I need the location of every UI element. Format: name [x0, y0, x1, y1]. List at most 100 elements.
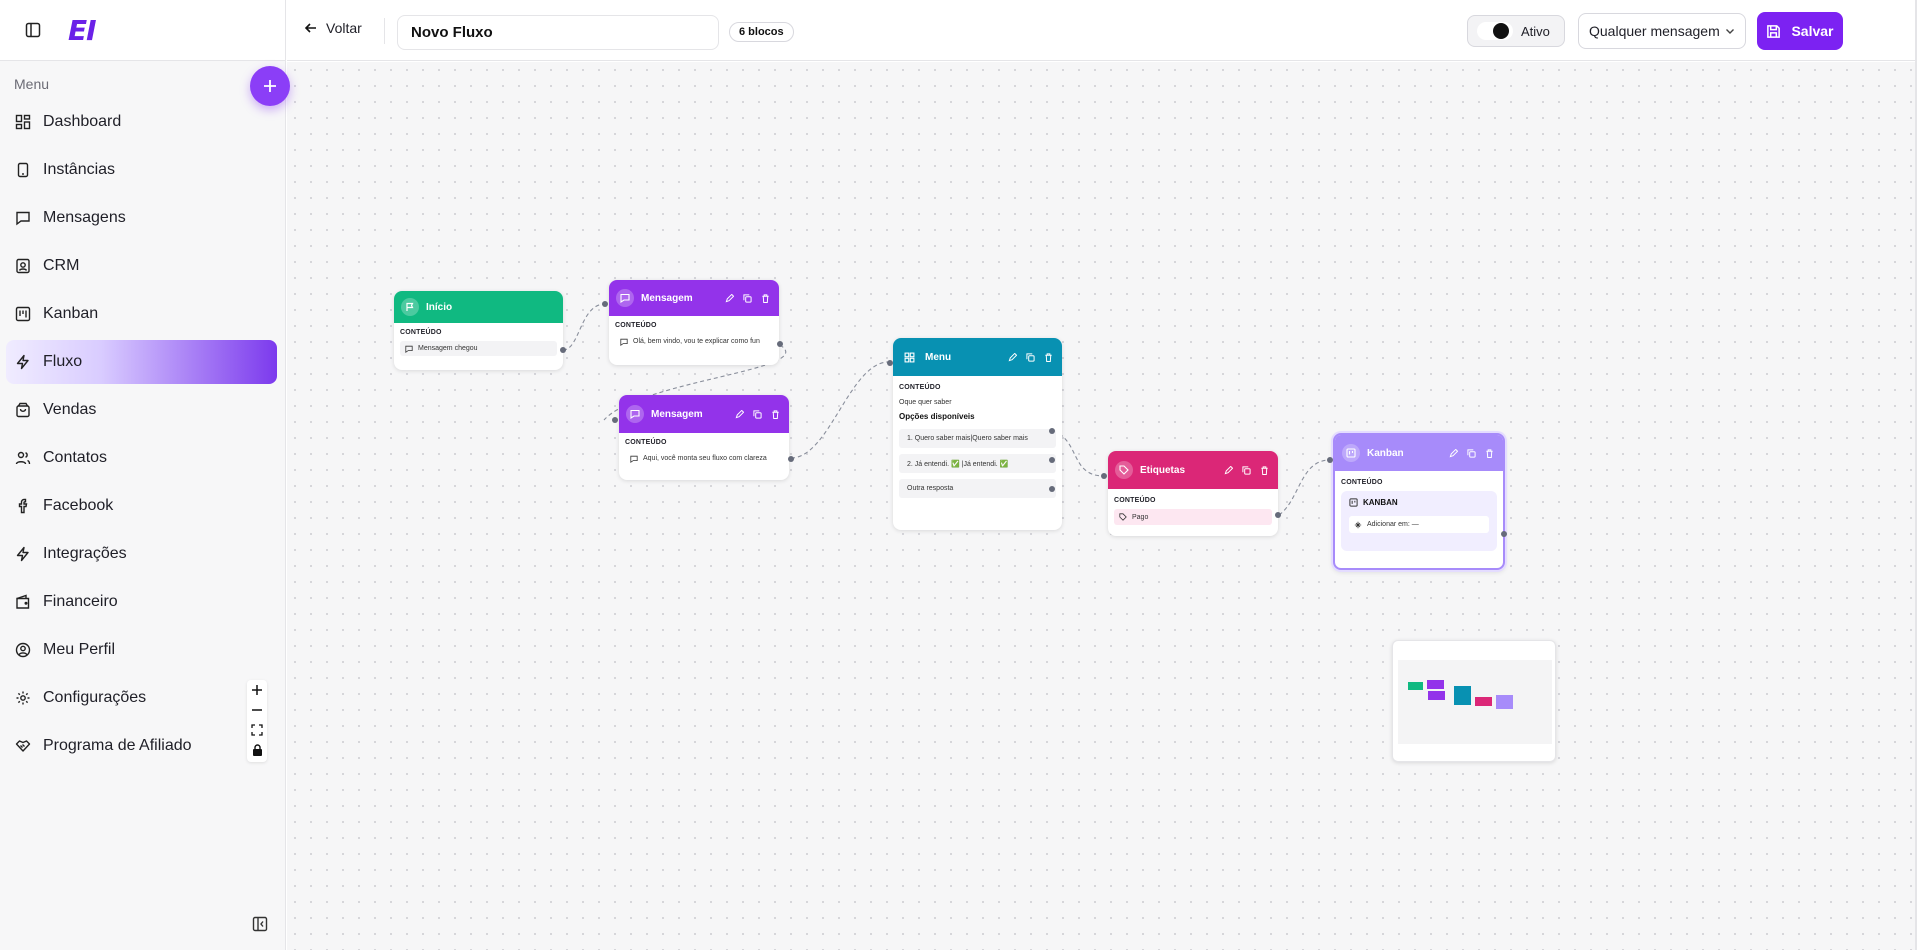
port-menu-option-1[interactable]	[1049, 428, 1055, 434]
port-menu-option-2[interactable]	[1049, 457, 1055, 463]
logo[interactable]: EI	[68, 14, 97, 47]
trash-icon[interactable]	[771, 409, 780, 419]
flow-canvas[interactable]	[287, 62, 1917, 950]
port-msg1-out[interactable]	[777, 341, 783, 347]
node-content-text: Mensagem chegou	[418, 345, 478, 352]
node-etiquetas[interactable]: Etiquetas CONTEÚDO Pago	[1108, 451, 1278, 536]
zoom-controls	[247, 680, 267, 762]
node-section-label: CONTEÚDO	[1114, 497, 1156, 504]
user-circle-icon	[15, 642, 31, 658]
port-msg2-in[interactable]	[612, 417, 618, 423]
kanban-add-text: Adicionar em: —	[1367, 521, 1419, 528]
sidebar-item-label: Facebook	[43, 497, 114, 514]
port-kanban-in[interactable]	[1327, 457, 1333, 463]
grid-icon	[900, 348, 918, 366]
sidebar-item-label: CRM	[43, 257, 80, 274]
sidebar-item-mensagens[interactable]: Mensagens	[6, 196, 277, 240]
minimap[interactable]	[1392, 640, 1556, 762]
sidebar-item-contatos[interactable]: Contatos	[6, 436, 277, 480]
divider	[384, 18, 385, 44]
copy-icon[interactable]	[1026, 352, 1035, 362]
sidebar-item-crm[interactable]: CRM	[6, 244, 277, 288]
port-msg1-in[interactable]	[602, 301, 608, 307]
edit-icon[interactable]	[1224, 465, 1233, 475]
zoom-out-button[interactable]	[247, 700, 267, 720]
message-icon	[616, 289, 634, 307]
edit-icon[interactable]	[735, 409, 744, 419]
sidebar-item-label: Configurações	[43, 689, 147, 706]
sidebar-toggle-icon[interactable]	[22, 19, 44, 41]
sidebar-item-vendas[interactable]: Vendas	[6, 388, 277, 432]
message-icon	[16, 211, 30, 226]
port-etiquetas-in[interactable]	[1101, 473, 1107, 479]
block-count-badge: 6 blocos	[729, 22, 794, 42]
zoom-in-button[interactable]	[247, 680, 267, 700]
sidebar-item-fluxo[interactable]: Fluxo	[6, 340, 277, 384]
flow-name-input[interactable]	[397, 15, 719, 50]
chevron-down-icon	[1726, 29, 1734, 34]
collapse-sidebar-icon[interactable]	[252, 916, 270, 934]
trash-icon[interactable]	[1044, 352, 1053, 362]
sidebar-item-kanban[interactable]: Kanban	[6, 292, 277, 336]
copy-icon[interactable]	[1467, 448, 1476, 458]
trash-icon[interactable]	[1485, 448, 1494, 458]
grid-icon	[15, 114, 31, 130]
contact-card-icon	[16, 258, 30, 274]
copy-icon[interactable]	[743, 293, 752, 303]
edit-icon[interactable]	[1008, 352, 1017, 362]
node-menu[interactable]: Menu CONTEÚDO Oque quer saber Opções dis…	[893, 338, 1062, 530]
minimap-node-inicio	[1408, 682, 1423, 690]
edit-icon[interactable]	[725, 293, 734, 303]
add-block-button[interactable]	[250, 66, 290, 106]
menu-other-option: Outra resposta	[899, 479, 1056, 498]
kanban-icon	[1349, 498, 1358, 507]
node-header: Início	[394, 291, 563, 323]
minimap-node-mensagem-1	[1427, 680, 1444, 689]
copy-icon[interactable]	[753, 409, 762, 419]
active-switch[interactable]	[1477, 22, 1513, 40]
node-mensagem-2[interactable]: Mensagem CONTEÚDO Aqui, você monta seu f…	[619, 395, 789, 480]
sidebar-nav: Dashboard Instâncias Mensagens CRM Kanba…	[6, 100, 277, 772]
active-toggle[interactable]: Ativo	[1467, 15, 1565, 47]
trash-icon[interactable]	[761, 293, 770, 303]
save-button[interactable]: Salvar	[1757, 12, 1843, 50]
sidebar-item-facebook[interactable]: Facebook	[6, 484, 277, 528]
lock-button[interactable]	[247, 740, 267, 760]
trigger-select[interactable]: Qualquer mensagem nova	[1578, 13, 1746, 49]
port-menu-other[interactable]	[1049, 486, 1055, 492]
node-content: Aqui, você monta seu fluxo com clareza	[625, 451, 783, 466]
trash-icon[interactable]	[1260, 465, 1269, 475]
fit-view-button[interactable]	[247, 720, 267, 740]
node-content-text: Olá, bem vindo, vou te explicar como fun	[633, 338, 760, 345]
node-section-label: CONTEÚDO	[899, 384, 941, 391]
sidebar-item-instancias[interactable]: Instâncias	[6, 148, 277, 192]
edit-icon[interactable]	[1449, 448, 1458, 458]
port-kanban-out[interactable]	[1501, 531, 1507, 537]
node-section-label: CONTEÚDO	[400, 329, 442, 336]
menu-other-text: Outra resposta	[907, 485, 954, 492]
kanban-icon	[15, 306, 31, 322]
wallet-icon	[16, 594, 30, 609]
sidebar-item-programa-de-afiliado[interactable]: Programa de Afiliado	[6, 724, 277, 768]
menu-option: 1. Quero saber mais|Quero saber mais	[899, 429, 1056, 448]
port-menu-in[interactable]	[887, 360, 893, 366]
sidebar-item-dashboard[interactable]: Dashboard	[6, 100, 277, 144]
back-label: Voltar	[326, 20, 362, 36]
menu-question: Oque quer saber	[899, 399, 952, 406]
tag-icon	[1119, 513, 1127, 521]
back-button[interactable]: Voltar	[304, 20, 362, 36]
sidebar-item-meu-perfil[interactable]: Meu Perfil	[6, 628, 277, 672]
port-msg2-out[interactable]	[788, 456, 794, 462]
node-inicio[interactable]: Início CONTEÚDO Mensagem chegou	[394, 291, 563, 370]
node-mensagem-1[interactable]: Mensagem CONTEÚDO Olá, bem vindo, vou te…	[609, 280, 779, 365]
node-kanban[interactable]: Kanban CONTEÚDO KANBAN Adicionar em: —	[1333, 433, 1505, 570]
port-etiquetas-out[interactable]	[1275, 512, 1281, 518]
node-section-label: CONTEÚDO	[615, 322, 657, 329]
sidebar-item-configuracoes[interactable]: Configurações	[6, 676, 277, 720]
kanban-box: KANBAN Adicionar em: —	[1341, 491, 1497, 551]
port-inicio-out[interactable]	[560, 347, 566, 353]
sidebar-item-integracoes[interactable]: Integrações	[6, 532, 277, 576]
copy-icon[interactable]	[1242, 465, 1251, 475]
sidebar-item-financeiro[interactable]: Financeiro	[6, 580, 277, 624]
phone-icon	[17, 162, 29, 178]
